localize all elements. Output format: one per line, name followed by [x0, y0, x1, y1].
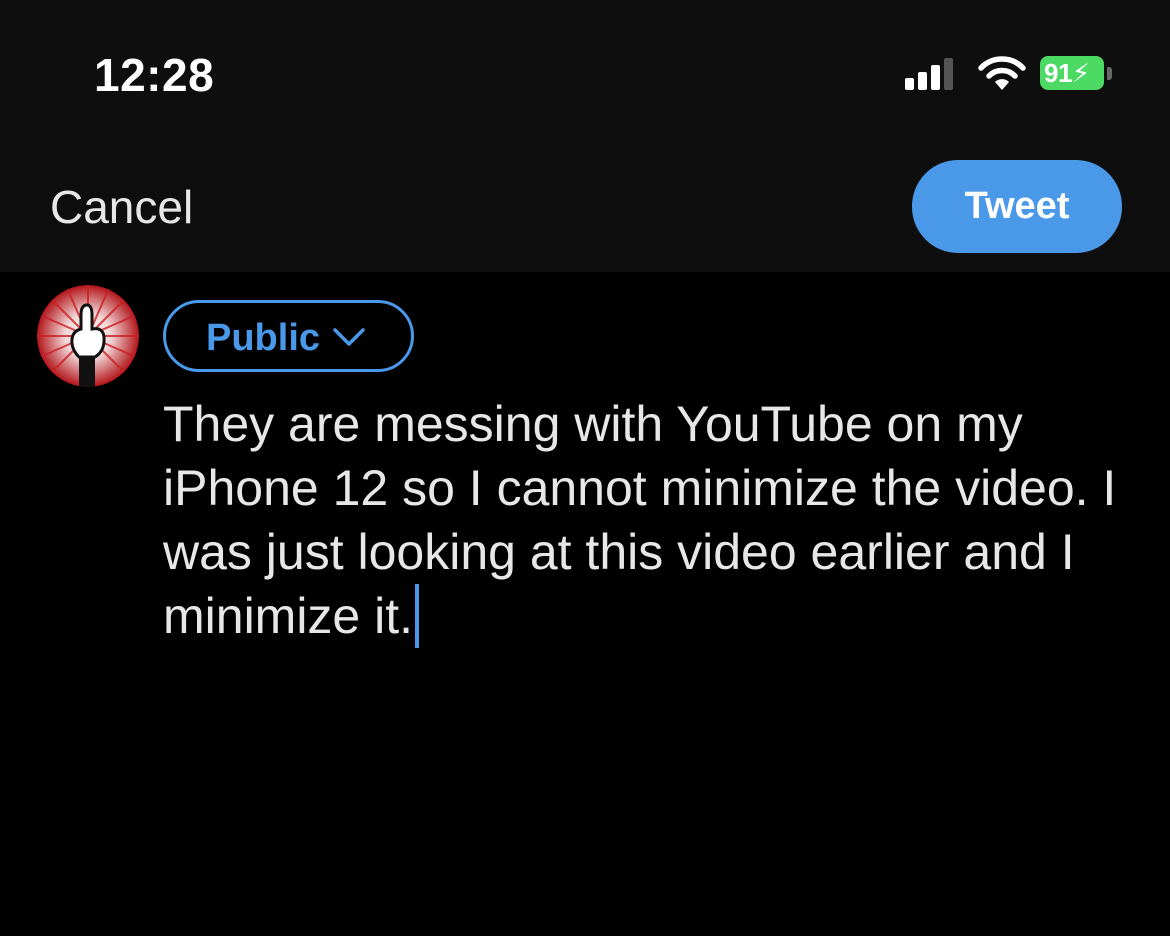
- cellular-signal-icon: [905, 54, 961, 94]
- battery-level: 91: [1044, 58, 1072, 88]
- compose-tweet-screen: 12:28 91⚡ Cancel Tweet Public They are m…: [0, 0, 1170, 936]
- status-time: 12:28: [94, 49, 215, 101]
- signal-bar: [905, 78, 914, 90]
- charging-bolt-icon: ⚡: [1071, 58, 1090, 88]
- avatar-image: [37, 285, 139, 387]
- battery-charging-icon: 91⚡: [1040, 56, 1114, 92]
- signal-bar: [918, 72, 927, 90]
- chevron-down-icon: [333, 328, 365, 346]
- battery-body: 91⚡: [1040, 56, 1104, 90]
- text-cursor: [415, 584, 420, 648]
- profile-avatar[interactable]: [37, 285, 139, 387]
- wifi-icon: [978, 56, 1026, 90]
- signal-bar: [944, 58, 953, 90]
- battery-cap: [1107, 67, 1112, 80]
- tweet-text-content: They are messing with YouTube on my iPho…: [163, 396, 1131, 644]
- audience-label: Public: [206, 317, 321, 359]
- top-bar: 12:28 91⚡ Cancel Tweet: [0, 0, 1170, 272]
- tweet-text-input[interactable]: They are messing with YouTube on my iPho…: [163, 392, 1123, 648]
- tweet-button[interactable]: Tweet: [912, 160, 1122, 253]
- signal-bar: [931, 65, 940, 90]
- cancel-button[interactable]: Cancel: [50, 180, 193, 234]
- audience-selector-button[interactable]: Public: [163, 300, 414, 372]
